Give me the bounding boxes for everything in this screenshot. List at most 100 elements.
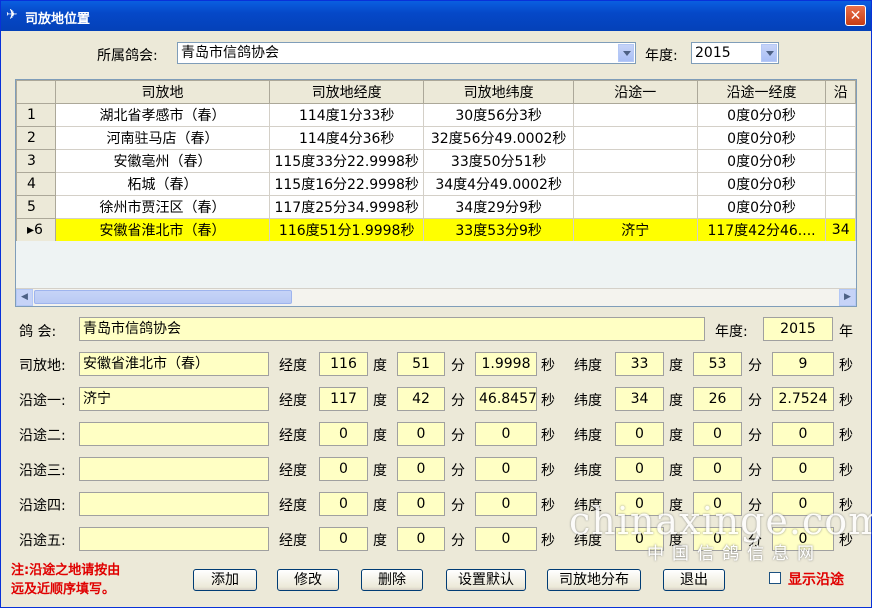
table-row[interactable]: 3 安徽亳州（春） 115度33分22.9998秒 33度50分51秒 0度0分… (16, 149, 856, 173)
lng-degree-field[interactable]: 117 (319, 387, 368, 411)
lng-minute-field[interactable]: 0 (397, 492, 445, 516)
distribution-button[interactable]: 司放地分布 (547, 569, 641, 591)
release-sites-grid[interactable]: 司放地 司放地经度 司放地纬度 沿途一 沿途一经度 沿 1 湖北省孝感市（春） … (15, 79, 857, 307)
cell-more[interactable]: 34 (825, 218, 856, 242)
cell-via1-longitude[interactable]: 117度42分46.... (696, 218, 827, 242)
lng-second-field[interactable]: 46.8457 (475, 387, 537, 411)
place-name-field[interactable] (79, 492, 269, 516)
place-name-field[interactable]: 安徽省淮北市（春） (79, 352, 269, 376)
cell-more[interactable] (825, 172, 856, 196)
cell-via1-longitude[interactable]: 0度0分0秒 (696, 172, 827, 196)
place-name-field[interactable]: 济宁 (79, 387, 269, 411)
lat-degree-field[interactable]: 0 (615, 422, 664, 446)
club-field[interactable]: 青岛市信鸽协会 (79, 317, 705, 341)
cell-longitude[interactable]: 115度16分22.9998秒 (268, 172, 425, 196)
lng-minute-field[interactable]: 42 (397, 387, 445, 411)
lat-second-field[interactable]: 0 (772, 457, 834, 481)
cell-via1[interactable] (572, 103, 698, 127)
lat-second-field[interactable]: 2.7524 (772, 387, 834, 411)
cell-longitude[interactable]: 114度4分36秒 (268, 126, 425, 150)
cell-more[interactable] (825, 195, 856, 219)
table-row[interactable]: 5 徐州市贾汪区（春） 117度25分34.9998秒 34度29分9秒 0度0… (16, 195, 856, 219)
year-select[interactable]: 2015 (691, 42, 779, 64)
lng-degree-field[interactable]: 0 (319, 527, 368, 551)
show-route-label[interactable]: 显示沿途 (788, 569, 844, 589)
set-default-button[interactable]: 设置默认 (446, 569, 526, 591)
column-header[interactable]: 司放地纬度 (423, 80, 574, 104)
place-name-field[interactable] (79, 422, 269, 446)
show-route-checkbox[interactable] (769, 572, 781, 584)
lng-minute-field[interactable]: 0 (397, 527, 445, 551)
column-header[interactable]: 沿途一经度 (696, 80, 827, 104)
club-select[interactable]: 青岛市信鸽协会 (177, 42, 636, 64)
cell-place[interactable]: 安徽亳州（春） (55, 149, 270, 173)
chevron-down-icon[interactable] (761, 44, 777, 62)
cell-place[interactable]: 徐州市贾汪区（春） (55, 195, 270, 219)
lng-minute-field[interactable]: 51 (397, 352, 445, 376)
cell-place[interactable]: 湖北省孝感市（春） (55, 103, 270, 127)
cell-via1[interactable] (572, 172, 698, 196)
cell-via1-longitude[interactable]: 0度0分0秒 (696, 195, 827, 219)
table-row[interactable]: 1 湖北省孝感市（春） 114度1分33秒 30度56分3秒 0度0分0秒 (16, 103, 856, 127)
cell-via1[interactable] (572, 149, 698, 173)
exit-button[interactable]: 退出 (663, 569, 725, 591)
lng-minute-field[interactable]: 0 (397, 457, 445, 481)
cell-via1[interactable] (572, 195, 698, 219)
close-button[interactable]: ✕ (845, 5, 866, 26)
lat-second-field[interactable]: 0 (772, 422, 834, 446)
cell-latitude[interactable]: 34度4分49.0002秒 (423, 172, 574, 196)
column-header[interactable]: 司放地经度 (268, 80, 425, 104)
lng-degree-field[interactable]: 116 (319, 352, 368, 376)
table-row[interactable]: 4 柘城（春） 115度16分22.9998秒 34度4分49.0002秒 0度… (16, 172, 856, 196)
lng-second-field[interactable]: 0 (475, 527, 537, 551)
table-row-selected[interactable]: ▸6 安徽省淮北市（春） 116度51分1.9998秒 33度53分9秒 济宁 … (16, 218, 856, 242)
cell-more[interactable] (825, 126, 856, 150)
cell-more[interactable] (825, 149, 856, 173)
horizontal-scrollbar[interactable]: ◀ ▶ (16, 288, 856, 306)
cell-latitude[interactable]: 33度53分9秒 (423, 218, 574, 242)
chevron-down-icon[interactable] (618, 44, 634, 62)
cell-longitude[interactable]: 117度25分34.9998秒 (268, 195, 425, 219)
scroll-right-icon[interactable]: ▶ (839, 289, 856, 306)
cell-place[interactable]: 安徽省淮北市（春） (55, 218, 270, 242)
scrollbar-thumb[interactable] (34, 290, 292, 304)
table-row[interactable]: 2 河南驻马店（春） 114度4分36秒 32度56分49.0002秒 0度0分… (16, 126, 856, 150)
lat-second-field[interactable]: 9 (772, 352, 834, 376)
lat-degree-field[interactable]: 33 (615, 352, 664, 376)
cell-latitude[interactable]: 32度56分49.0002秒 (423, 126, 574, 150)
lat-minute-field[interactable]: 26 (693, 387, 742, 411)
column-header[interactable]: 沿途一 (572, 80, 698, 104)
lat-minute-field[interactable]: 0 (693, 422, 742, 446)
cell-more[interactable] (825, 103, 856, 127)
cell-via1-longitude[interactable]: 0度0分0秒 (696, 149, 827, 173)
lng-degree-field[interactable]: 0 (319, 457, 368, 481)
delete-button[interactable]: 删除 (361, 569, 423, 591)
add-button[interactable]: 添加 (193, 569, 257, 591)
lng-degree-field[interactable]: 0 (319, 422, 368, 446)
cell-via1[interactable] (572, 126, 698, 150)
lng-second-field[interactable]: 1.9998 (475, 352, 537, 376)
cell-via1[interactable]: 济宁 (572, 218, 698, 242)
cell-place[interactable]: 柘城（春） (55, 172, 270, 196)
edit-button[interactable]: 修改 (277, 569, 339, 591)
cell-longitude[interactable]: 114度1分33秒 (268, 103, 425, 127)
column-header[interactable]: 司放地 (55, 80, 270, 104)
title-bar[interactable]: ✈ 司放地位置 ✕ (1, 1, 871, 31)
column-header[interactable]: 沿 (825, 80, 856, 104)
place-name-field[interactable] (79, 457, 269, 481)
lng-second-field[interactable]: 0 (475, 457, 537, 481)
cell-latitude[interactable]: 30度56分3秒 (423, 103, 574, 127)
cell-latitude[interactable]: 34度29分9秒 (423, 195, 574, 219)
cell-longitude[interactable]: 115度33分22.9998秒 (268, 149, 425, 173)
cell-longitude[interactable]: 116度51分1.9998秒 (268, 218, 425, 242)
lng-degree-field[interactable]: 0 (319, 492, 368, 516)
year-field[interactable]: 2015 (763, 317, 833, 341)
cell-via1-longitude[interactable]: 0度0分0秒 (696, 103, 827, 127)
lat-minute-field[interactable]: 53 (693, 352, 742, 376)
cell-place[interactable]: 河南驻马店（春） (55, 126, 270, 150)
lat-minute-field[interactable]: 0 (693, 457, 742, 481)
lat-degree-field[interactable]: 0 (615, 457, 664, 481)
lng-minute-field[interactable]: 0 (397, 422, 445, 446)
lng-second-field[interactable]: 0 (475, 422, 537, 446)
cell-via1-longitude[interactable]: 0度0分0秒 (696, 126, 827, 150)
